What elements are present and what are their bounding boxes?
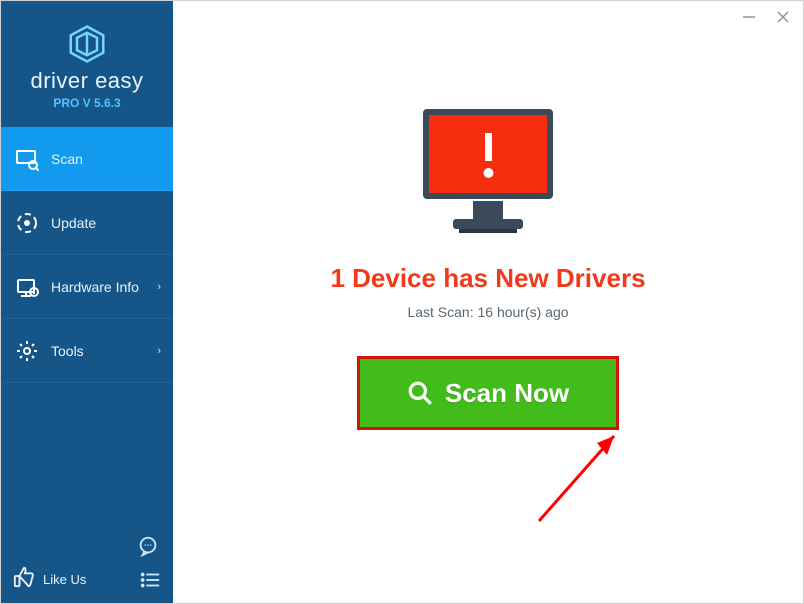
window-controls xyxy=(739,7,793,27)
sidebar-item-hardware-info[interactable]: Hardware Info › xyxy=(1,255,173,319)
like-us-label: Like Us xyxy=(43,572,86,587)
chevron-right-icon: › xyxy=(157,281,161,293)
brand-version: PRO V 5.6.3 xyxy=(53,96,120,110)
sidebar: driver easy PRO V 5.6.3 Scan xyxy=(1,1,173,603)
scan-content: 1 Device has New Drivers Last Scan: 16 h… xyxy=(173,1,803,603)
sidebar-item-label: Scan xyxy=(51,151,83,167)
last-scan-text: Last Scan: 16 hour(s) ago xyxy=(407,304,568,320)
scan-icon xyxy=(13,145,41,173)
minimize-button[interactable] xyxy=(739,7,759,27)
app-logo-icon xyxy=(67,24,107,64)
sidebar-nav: Scan Update xyxy=(1,127,173,383)
status-title: 1 Device has New Drivers xyxy=(330,263,645,294)
like-us-button[interactable]: Like Us xyxy=(13,566,86,593)
sidebar-footer: Like Us xyxy=(1,525,173,603)
scan-now-label: Scan Now xyxy=(445,378,569,409)
feedback-icon[interactable] xyxy=(137,535,159,557)
app-window: driver easy PRO V 5.6.3 Scan xyxy=(0,0,804,604)
update-icon xyxy=(13,209,41,237)
tools-icon xyxy=(13,337,41,365)
close-button[interactable] xyxy=(773,7,793,27)
sidebar-item-label: Hardware Info xyxy=(51,279,139,295)
brand-block: driver easy PRO V 5.6.3 xyxy=(1,1,173,127)
monitor-alert-icon xyxy=(413,105,563,237)
sidebar-item-update[interactable]: Update xyxy=(1,191,173,255)
search-icon xyxy=(407,380,433,406)
sidebar-item-tools[interactable]: Tools › xyxy=(1,319,173,383)
sidebar-item-label: Update xyxy=(51,215,96,231)
chevron-right-icon: › xyxy=(157,345,161,357)
main-panel: 1 Device has New Drivers Last Scan: 16 h… xyxy=(173,1,803,603)
scan-now-button[interactable]: Scan Now xyxy=(357,356,619,430)
sidebar-item-scan[interactable]: Scan xyxy=(1,127,173,191)
hardware-icon xyxy=(13,273,41,301)
sidebar-item-label: Tools xyxy=(51,343,84,359)
brand-name: driver easy xyxy=(30,68,143,94)
thumbs-up-icon xyxy=(13,566,35,593)
menu-list-icon[interactable] xyxy=(139,569,161,591)
